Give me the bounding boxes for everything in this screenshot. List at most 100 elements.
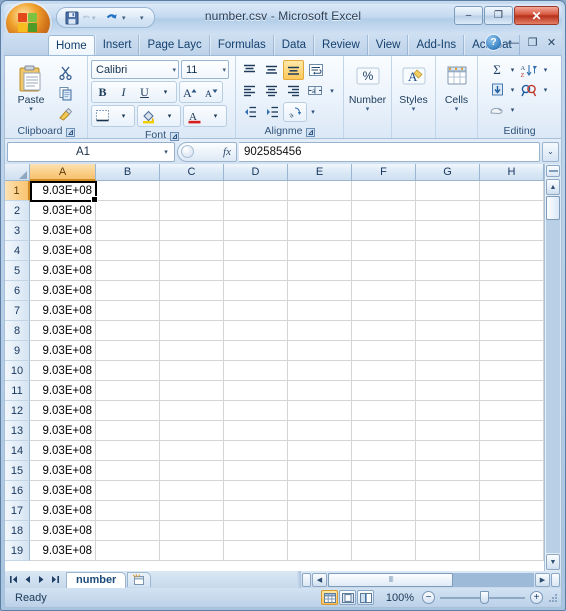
insert-worksheet-button[interactable]: [127, 572, 152, 587]
clipboard-dialog-launcher-icon[interactable]: [65, 127, 76, 137]
cell-G2[interactable]: [416, 201, 480, 221]
tab-page-layout[interactable]: Page Layc: [139, 35, 210, 55]
cell-C16[interactable]: [160, 481, 224, 501]
cell-G9[interactable]: [416, 341, 480, 361]
cell-F9[interactable]: [352, 341, 416, 361]
help-icon[interactable]: ?: [486, 35, 501, 50]
cell-E5[interactable]: [288, 261, 352, 281]
ribbon-minimize-icon[interactable]: —: [507, 37, 520, 49]
insert-function-icon[interactable]: fx: [223, 146, 231, 158]
cell-B15[interactable]: [96, 461, 160, 481]
cell-F6[interactable]: [352, 281, 416, 301]
vertical-scroll-track[interactable]: [546, 196, 560, 553]
merge-center-caret-icon[interactable]: ▾: [327, 81, 337, 101]
cell-H10[interactable]: [480, 361, 544, 381]
cell-G4[interactable]: [416, 241, 480, 261]
cell-G7[interactable]: [416, 301, 480, 321]
page-layout-view-button[interactable]: [339, 590, 356, 605]
cell-E4[interactable]: [288, 241, 352, 261]
cancel-enter-icon[interactable]: [181, 145, 194, 158]
cell-B17[interactable]: [96, 501, 160, 521]
cell-A17[interactable]: 9.03E+08: [30, 501, 96, 521]
cell-E15[interactable]: [288, 461, 352, 481]
cell-A18[interactable]: 9.03E+08: [30, 521, 96, 541]
row-header-17[interactable]: 17: [5, 501, 30, 521]
horizontal-split-right[interactable]: [551, 572, 560, 587]
cell-G14[interactable]: [416, 441, 480, 461]
cell-G3[interactable]: [416, 221, 480, 241]
autosum-button[interactable]: Σ: [487, 60, 507, 80]
wrap-text-button[interactable]: [305, 60, 326, 80]
cell-B2[interactable]: [96, 201, 160, 221]
sort-filter-caret-icon[interactable]: ▾: [540, 60, 551, 80]
cells-caret-icon[interactable]: ▾: [455, 106, 459, 113]
cell-D12[interactable]: [224, 401, 288, 421]
grow-font-button[interactable]: A: [180, 82, 201, 102]
scroll-right-button[interactable]: ▶: [535, 572, 550, 587]
zoom-out-button[interactable]: −: [422, 591, 435, 604]
alignment-dialog-launcher-icon[interactable]: [305, 127, 316, 137]
cell-D11[interactable]: [224, 381, 288, 401]
cell-A3[interactable]: 9.03E+08: [30, 221, 96, 241]
cell-C4[interactable]: [160, 241, 224, 261]
zoom-slider-track[interactable]: [440, 591, 525, 604]
align-right-button[interactable]: [283, 81, 304, 101]
first-sheet-button[interactable]: [7, 572, 20, 587]
cell-B9[interactable]: [96, 341, 160, 361]
name-box[interactable]: A1 ▾: [7, 141, 175, 162]
column-header-a[interactable]: A: [30, 164, 96, 181]
top-align-button[interactable]: [239, 60, 260, 80]
cell-H11[interactable]: [480, 381, 544, 401]
zoom-slider-thumb[interactable]: [480, 591, 489, 604]
cell-E1[interactable]: [288, 181, 352, 201]
cell-G8[interactable]: [416, 321, 480, 341]
cell-C3[interactable]: [160, 221, 224, 241]
cell-G11[interactable]: [416, 381, 480, 401]
cell-E16[interactable]: [288, 481, 352, 501]
cell-B7[interactable]: [96, 301, 160, 321]
cell-E14[interactable]: [288, 441, 352, 461]
row-header-1[interactable]: 1: [5, 181, 30, 201]
tab-formulas[interactable]: Formulas: [209, 35, 274, 55]
increase-indent-button[interactable]: [261, 102, 282, 122]
paste-caret-icon[interactable]: ▾: [29, 106, 33, 113]
middle-align-button[interactable]: [261, 60, 282, 80]
cell-F12[interactable]: [352, 401, 416, 421]
align-center-button[interactable]: [261, 81, 282, 101]
cell-A1[interactable]: 9.03E+08: [30, 181, 96, 201]
close-button[interactable]: ✕: [514, 6, 559, 25]
next-sheet-button[interactable]: [35, 572, 48, 587]
align-left-button[interactable]: [239, 81, 260, 101]
borders-caret-icon[interactable]: ▾: [113, 106, 134, 126]
row-header-12[interactable]: 12: [5, 401, 30, 421]
cell-F14[interactable]: [352, 441, 416, 461]
tab-insert[interactable]: Insert: [94, 35, 140, 55]
row-header-8[interactable]: 8: [5, 321, 30, 341]
autosum-caret-icon[interactable]: ▾: [507, 60, 518, 80]
cell-B18[interactable]: [96, 521, 160, 541]
font-name-caret-icon[interactable]: ▾: [169, 66, 176, 74]
fill-button[interactable]: [487, 80, 507, 100]
fill-color-caret-icon[interactable]: ▾: [159, 106, 180, 126]
paste-button[interactable]: Paste ▾: [8, 60, 54, 114]
cell-D10[interactable]: [224, 361, 288, 381]
cell-B11[interactable]: [96, 381, 160, 401]
cell-B8[interactable]: [96, 321, 160, 341]
cells-button[interactable]: Cells ▾: [439, 60, 474, 114]
sheet-tab-number[interactable]: number: [66, 571, 127, 588]
ribbon-restore-icon[interactable]: ❐: [526, 36, 539, 49]
bottom-align-button[interactable]: [283, 60, 304, 80]
cell-B4[interactable]: [96, 241, 160, 261]
cell-E3[interactable]: [288, 221, 352, 241]
cell-G12[interactable]: [416, 401, 480, 421]
cell-F16[interactable]: [352, 481, 416, 501]
font-dialog-launcher-icon[interactable]: [169, 131, 179, 141]
cell-D6[interactable]: [224, 281, 288, 301]
cell-A7[interactable]: 9.03E+08: [30, 301, 96, 321]
cell-G15[interactable]: [416, 461, 480, 481]
fill-color-button[interactable]: [138, 106, 159, 126]
cell-A12[interactable]: 9.03E+08: [30, 401, 96, 421]
cell-F10[interactable]: [352, 361, 416, 381]
vertical-split-box[interactable]: [546, 165, 560, 177]
cut-button[interactable]: [54, 62, 76, 82]
